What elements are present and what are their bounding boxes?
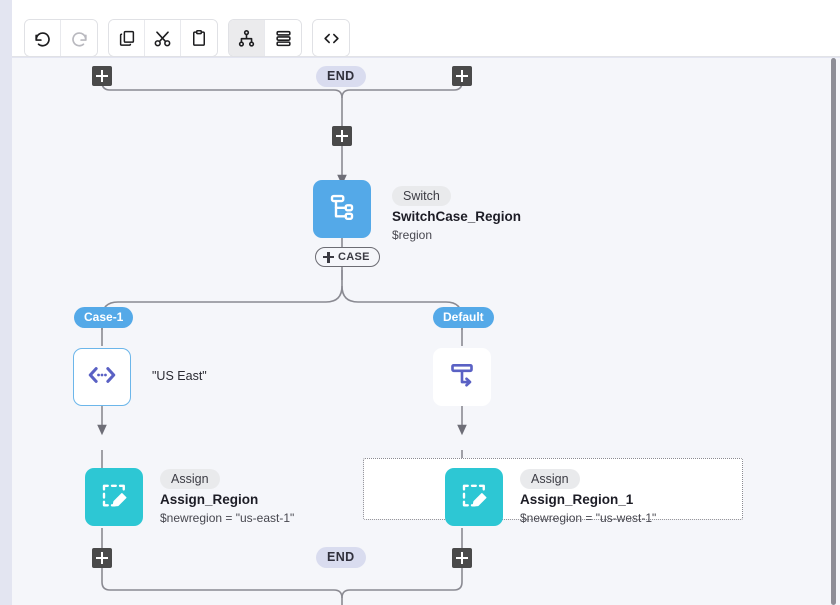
node-assign-region-1[interactable] [445,468,503,526]
toolbar-group-layout [228,19,302,57]
workflow-editor: END Switch SwitchCase_Region $region CAS… [0,0,840,605]
default-branch-icon [447,360,477,395]
redo-icon [70,29,89,48]
branch-badge-default[interactable]: Default [433,307,494,328]
node-title: SwitchCase_Region [392,209,522,224]
node-label-assign-region: Assign Assign_Region $newregion = "us-ea… [160,469,294,526]
node-label-switch-case-region: Switch SwitchCase_Region $region [392,186,521,243]
cut-button[interactable] [145,20,181,56]
tree-layout-icon [237,29,256,48]
node-type-pill: Assign [160,469,220,489]
add-case-label: CASE [338,251,370,263]
assign-edit-icon [459,480,489,515]
tree-layout-button[interactable] [229,20,265,56]
end-badge-top: END [316,66,366,87]
add-node-button-before-switch[interactable] [332,126,352,146]
node-assign-region[interactable] [85,468,143,526]
toolbar-groups [24,19,350,57]
branch-badge-case-1[interactable]: Case-1 [74,307,134,328]
vertical-scrollbar-track[interactable] [827,58,840,605]
toolbar-group-clipboard [108,19,218,57]
node-switch-case-region[interactable] [313,180,371,238]
toolbar [12,0,840,57]
paste-button[interactable] [181,20,217,56]
flow-canvas[interactable]: END Switch SwitchCase_Region $region CAS… [12,58,840,605]
case-1-condition-text: "US East" [152,369,207,383]
undo-button[interactable] [25,20,61,56]
add-node-button-top-left[interactable] [92,66,112,86]
assign-edit-icon [99,480,129,515]
stack-layout-icon [274,29,293,48]
stack-layout-button[interactable] [265,20,301,56]
paste-icon [190,29,208,47]
add-node-button-top-right[interactable] [452,66,472,86]
node-case-1-condition[interactable] [73,348,131,406]
condition-code-icon [86,359,118,396]
node-subtitle: $newregion = "us-west-1" [520,511,657,525]
node-default-condition[interactable] [433,348,491,406]
toolbar-group-history [24,19,98,57]
redo-button[interactable] [61,20,97,56]
vertical-scrollbar-thumb[interactable] [831,58,836,605]
end-badge-bottom: END [316,547,366,568]
cut-icon [153,29,172,48]
node-label-assign-region-1: Assign Assign_Region_1 $newregion = "us-… [520,469,656,526]
code-icon [322,29,341,48]
copy-icon [118,29,136,47]
undo-icon [33,29,52,48]
plus-icon [323,251,334,263]
switch-branch-icon [327,192,357,227]
node-subtitle: $newregion = "us-east-1" [160,511,295,525]
node-title: Assign_Region [160,492,259,507]
add-node-button-bottom-left[interactable] [92,548,112,568]
node-type-pill: Switch [392,186,451,206]
toolbar-group-code [312,19,350,57]
node-title: Assign_Region_1 [520,492,634,507]
node-type-pill: Assign [520,469,580,489]
add-node-button-bottom-right[interactable] [452,548,472,568]
code-view-button[interactable] [313,20,349,56]
node-subtitle: $region [392,228,433,242]
copy-button[interactable] [109,20,145,56]
add-case-button[interactable]: CASE [315,247,380,267]
